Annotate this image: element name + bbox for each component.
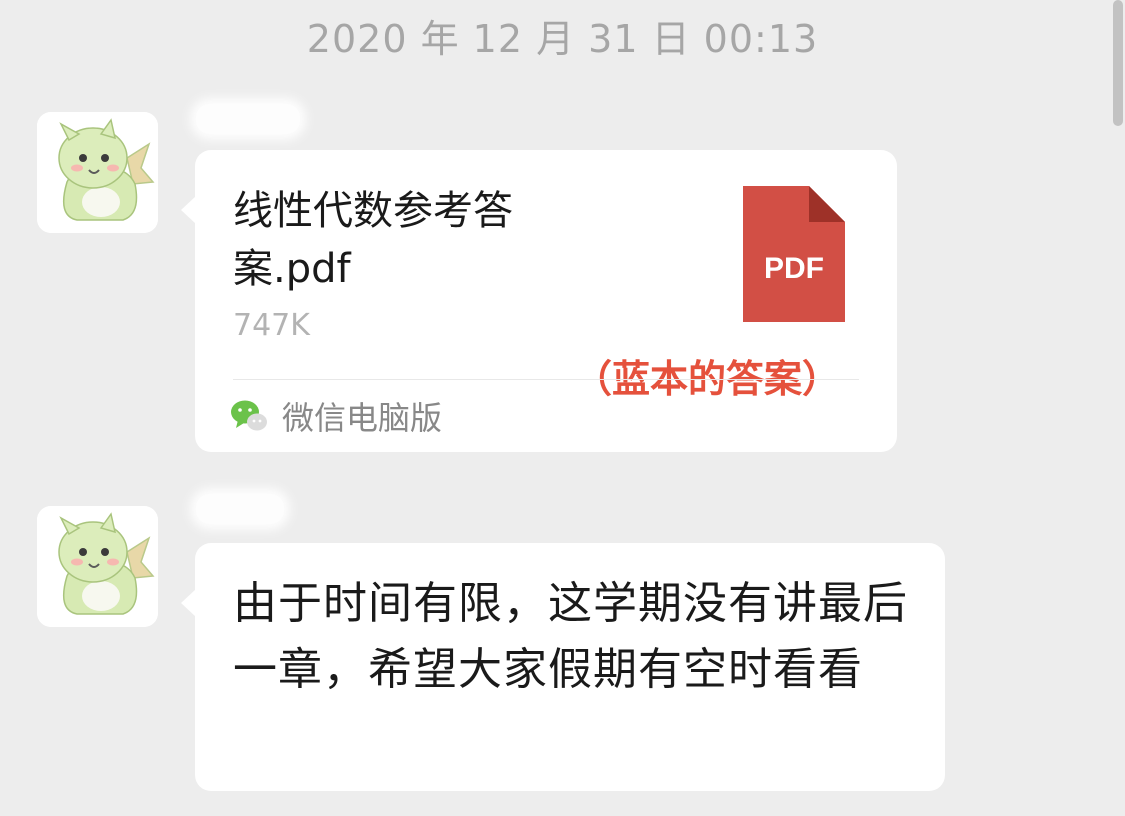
- wechat-icon: [231, 400, 267, 431]
- chat-timestamp: 2020 年 12 月 31 日 00:13: [306, 17, 819, 61]
- file-message-bubble[interactable]: 线性代数参考答案.pdf 747K PDF （蓝本的答案） 微信电脑版: [181, 150, 897, 452]
- source-label: 微信电脑版: [282, 399, 443, 437]
- text-message-bubble[interactable]: 由于时间有限，这学期没有讲最后一章，希望大家假期有空时看看: [181, 543, 945, 791]
- sender-name-redacted: [196, 104, 300, 134]
- sender-avatar[interactable]: [37, 112, 158, 233]
- divider: [233, 379, 859, 380]
- file-size: 747K: [233, 308, 310, 343]
- pdf-icon: PDF: [743, 186, 845, 322]
- dragon-avatar-icon: [37, 506, 158, 627]
- scrollbar[interactable]: [1113, 0, 1123, 126]
- dragon-avatar-icon: [37, 112, 158, 233]
- message-text: 由于时间有限，这学期没有讲最后一章，希望大家假期有空时看看: [233, 578, 908, 695]
- file-name: 线性代数参考答案.pdf: [233, 188, 513, 292]
- pdf-icon-label: PDF: [764, 252, 824, 285]
- sender-name-redacted: [196, 494, 284, 524]
- sender-avatar[interactable]: [37, 506, 158, 627]
- annotation-note: （蓝本的答案）: [574, 357, 841, 401]
- source-row: 微信电脑版: [230, 394, 442, 438]
